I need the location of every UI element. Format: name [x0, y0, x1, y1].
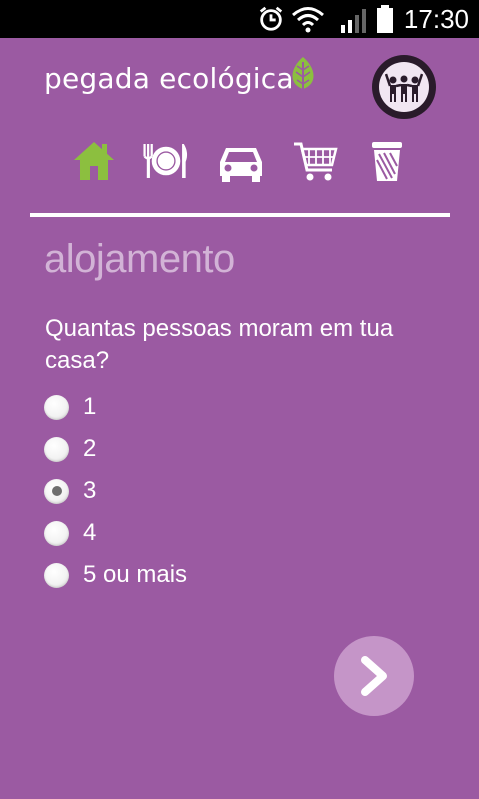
nav-item-home[interactable] — [69, 136, 119, 186]
question-text: Quantas pessoas moram em tua casa? — [45, 315, 394, 374]
option-1[interactable]: 1 — [44, 386, 444, 428]
people-icon — [385, 73, 423, 102]
option-label: 5 ou mais — [83, 561, 188, 588]
radio-button[interactable] — [44, 562, 69, 588]
app-screen: pegada ecológica alojamento Quantas pess… — [0, 38, 479, 799]
cart-icon — [294, 142, 338, 181]
leaf-icon — [292, 57, 314, 93]
option-label: 2 — [83, 435, 97, 462]
radio-button[interactable] — [44, 520, 69, 546]
nav-item-waste[interactable] — [362, 136, 412, 186]
wifi-icon — [292, 7, 324, 33]
profile-avatar-button[interactable] — [372, 55, 436, 119]
radio-button-selected[interactable] — [44, 478, 69, 504]
home-icon — [74, 142, 114, 180]
radio-button[interactable] — [44, 394, 69, 420]
nav-item-shopping[interactable] — [290, 136, 340, 186]
status-bar: 17:30 — [0, 0, 479, 38]
option-2[interactable]: 2 — [44, 428, 444, 470]
radio-selected-dot — [51, 486, 62, 496]
battery-icon — [377, 5, 393, 33]
option-5-or-more[interactable]: 5 ou mais — [44, 554, 444, 596]
radio-button[interactable] — [44, 436, 69, 462]
section-title: alojamento — [44, 237, 235, 281]
chevron-right-icon — [361, 656, 387, 696]
option-label: 3 — [83, 477, 97, 504]
household-size-options: 1 2 3 4 5 ou mais — [44, 386, 444, 596]
trash-icon — [372, 142, 402, 181]
nav-item-food[interactable] — [141, 136, 191, 186]
avatar-inner — [379, 62, 429, 112]
food-icon — [143, 144, 188, 178]
nav-item-transport[interactable] — [216, 136, 266, 186]
signal-icon — [341, 9, 366, 33]
alarm-icon — [259, 6, 283, 31]
car-icon — [220, 148, 262, 182]
brand-logo-text: pegada ecológica — [44, 62, 294, 95]
next-button[interactable] — [334, 636, 414, 716]
option-label: 1 — [83, 393, 97, 420]
status-time: 17:30 — [403, 4, 469, 34]
header-divider — [30, 213, 450, 217]
option-label: 4 — [83, 519, 97, 546]
option-4[interactable]: 4 — [44, 512, 444, 554]
option-3[interactable]: 3 — [44, 470, 444, 512]
category-nav — [0, 136, 479, 186]
